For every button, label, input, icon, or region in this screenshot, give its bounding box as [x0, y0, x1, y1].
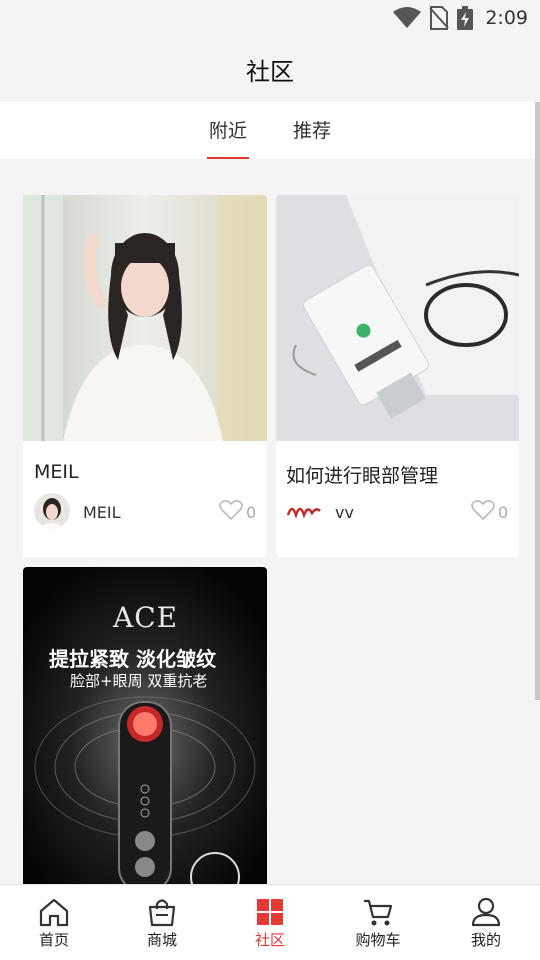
ad-subline: 脸部+眼周 双重抗老	[70, 672, 208, 690]
post-card[interactable]: ACE 提拉紧致 淡化皱纹 脸部+眼周 双重抗老	[23, 567, 267, 884]
nav-cart-label: 购物车	[355, 931, 401, 949]
nav-profile[interactable]: 我的	[432, 885, 540, 960]
ad-brand: ACE	[113, 601, 179, 634]
home-icon	[39, 898, 69, 927]
tab-bar: 附近 推荐	[0, 102, 540, 159]
tab-recommended-label: 推荐	[293, 120, 332, 142]
nav-home-label: 首页	[38, 931, 69, 949]
like-count: 0	[498, 503, 509, 522]
heart-icon[interactable]	[219, 499, 243, 521]
page-title: 社区	[246, 57, 294, 86]
nav-community[interactable]: 社区	[216, 885, 324, 960]
cart-icon	[364, 899, 393, 926]
tab-recommended[interactable]: 推荐	[293, 116, 331, 159]
nav-mall[interactable]: 商城	[108, 885, 216, 960]
nav-home[interactable]: 首页	[0, 885, 108, 960]
status-icons: 2:09	[393, 4, 528, 32]
post-title: 如何进行眼部管理	[286, 465, 439, 487]
tab-nearby[interactable]: 附近	[207, 116, 250, 159]
nav-profile-label: 我的	[470, 931, 501, 949]
clock: 2:09	[485, 7, 528, 29]
title-bar: 社区	[0, 36, 540, 102]
battery-charging-icon	[457, 6, 474, 30]
nav-cart[interactable]: 购物车	[324, 885, 432, 960]
bottom-nav: 首页 商城 社区 购物车 我的	[0, 884, 540, 960]
community-grid-icon	[257, 899, 283, 925]
post-card[interactable]: MEIL MEIL 0	[23, 195, 267, 557]
author-avatar[interactable]	[286, 493, 322, 529]
post-image	[276, 195, 519, 441]
ad-headline: 提拉紧致 淡化皱纹	[49, 647, 216, 671]
nav-community-label: 社区	[254, 931, 285, 949]
wifi-icon	[393, 7, 422, 28]
post-card[interactable]: 如何进行眼部管理 vv 0	[276, 195, 519, 557]
shopping-bag-icon	[148, 899, 176, 927]
author-name[interactable]: vv	[335, 503, 354, 522]
like-count: 0	[246, 503, 257, 522]
no-sim-icon	[429, 6, 450, 30]
profile-icon	[471, 897, 501, 927]
scrollbar[interactable]	[535, 102, 540, 700]
post-image	[23, 195, 267, 441]
nav-mall-label: 商城	[146, 931, 177, 949]
status-bar: 2:09	[0, 0, 540, 36]
post-title: MEIL	[34, 461, 79, 483]
author-name[interactable]: MEIL	[83, 503, 121, 522]
heart-icon[interactable]	[471, 499, 495, 521]
tab-nearby-label: 附近	[209, 120, 248, 142]
author-avatar[interactable]	[34, 493, 70, 529]
tab-active-indicator	[207, 157, 250, 159]
